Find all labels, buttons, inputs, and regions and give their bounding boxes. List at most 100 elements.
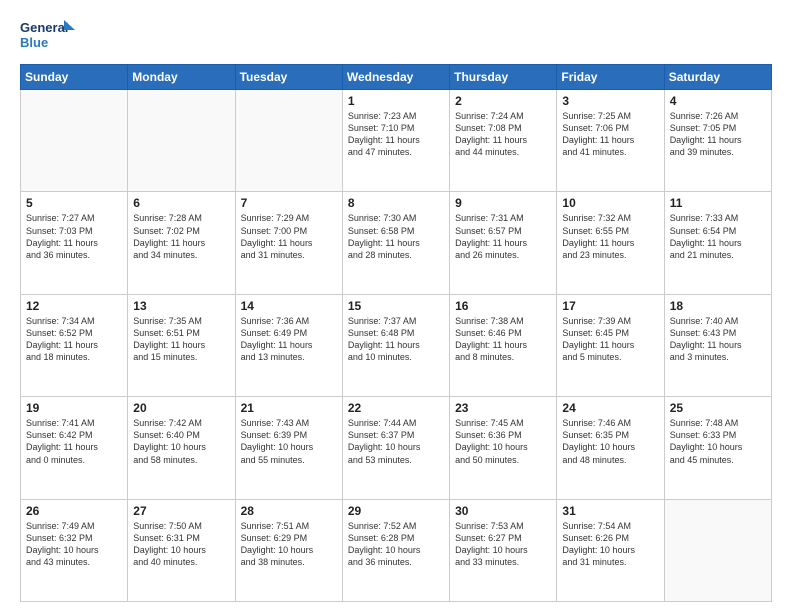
day-info: Sunrise: 7:27 AM Sunset: 7:03 PM Dayligh… [26, 212, 122, 261]
day-info: Sunrise: 7:28 AM Sunset: 7:02 PM Dayligh… [133, 212, 229, 261]
calendar-cell [664, 499, 771, 601]
day-info: Sunrise: 7:48 AM Sunset: 6:33 PM Dayligh… [670, 417, 766, 466]
calendar-table: SundayMondayTuesdayWednesdayThursdayFrid… [20, 64, 772, 602]
day-info: Sunrise: 7:24 AM Sunset: 7:08 PM Dayligh… [455, 110, 551, 159]
day-info: Sunrise: 7:50 AM Sunset: 6:31 PM Dayligh… [133, 520, 229, 569]
calendar-cell: 23 Sunrise: 7:45 AM Sunset: 6:36 PM Dayli… [450, 397, 557, 499]
day-number: 21 [241, 401, 337, 415]
day-info: Sunrise: 7:43 AM Sunset: 6:39 PM Dayligh… [241, 417, 337, 466]
day-info: Sunrise: 7:42 AM Sunset: 6:40 PM Dayligh… [133, 417, 229, 466]
logo-svg: GeneralBlue [20, 18, 75, 54]
day-number: 25 [670, 401, 766, 415]
day-info: Sunrise: 7:54 AM Sunset: 6:26 PM Dayligh… [562, 520, 658, 569]
day-info: Sunrise: 7:29 AM Sunset: 7:00 PM Dayligh… [241, 212, 337, 261]
day-number: 14 [241, 299, 337, 313]
day-number: 9 [455, 196, 551, 210]
calendar-cell [21, 90, 128, 192]
day-info: Sunrise: 7:35 AM Sunset: 6:51 PM Dayligh… [133, 315, 229, 364]
day-number: 7 [241, 196, 337, 210]
weekday-header: Friday [557, 65, 664, 90]
calendar-cell [128, 90, 235, 192]
day-info: Sunrise: 7:53 AM Sunset: 6:27 PM Dayligh… [455, 520, 551, 569]
day-number: 3 [562, 94, 658, 108]
calendar-cell: 15 Sunrise: 7:37 AM Sunset: 6:48 PM Dayli… [342, 294, 449, 396]
day-number: 15 [348, 299, 444, 313]
day-number: 5 [26, 196, 122, 210]
day-number: 30 [455, 504, 551, 518]
calendar-cell: 11 Sunrise: 7:33 AM Sunset: 6:54 PM Dayli… [664, 192, 771, 294]
day-info: Sunrise: 7:40 AM Sunset: 6:43 PM Dayligh… [670, 315, 766, 364]
day-number: 27 [133, 504, 229, 518]
weekday-header: Saturday [664, 65, 771, 90]
day-info: Sunrise: 7:46 AM Sunset: 6:35 PM Dayligh… [562, 417, 658, 466]
calendar-cell: 12 Sunrise: 7:34 AM Sunset: 6:52 PM Dayli… [21, 294, 128, 396]
calendar-cell: 6 Sunrise: 7:28 AM Sunset: 7:02 PM Daylig… [128, 192, 235, 294]
day-number: 28 [241, 504, 337, 518]
calendar-cell: 7 Sunrise: 7:29 AM Sunset: 7:00 PM Daylig… [235, 192, 342, 294]
day-info: Sunrise: 7:37 AM Sunset: 6:48 PM Dayligh… [348, 315, 444, 364]
day-info: Sunrise: 7:51 AM Sunset: 6:29 PM Dayligh… [241, 520, 337, 569]
calendar-cell: 31 Sunrise: 7:54 AM Sunset: 6:26 PM Dayli… [557, 499, 664, 601]
day-number: 31 [562, 504, 658, 518]
calendar-cell: 8 Sunrise: 7:30 AM Sunset: 6:58 PM Daylig… [342, 192, 449, 294]
day-info: Sunrise: 7:39 AM Sunset: 6:45 PM Dayligh… [562, 315, 658, 364]
day-number: 16 [455, 299, 551, 313]
svg-text:Blue: Blue [20, 35, 48, 50]
calendar-cell: 21 Sunrise: 7:43 AM Sunset: 6:39 PM Dayli… [235, 397, 342, 499]
day-number: 22 [348, 401, 444, 415]
day-info: Sunrise: 7:31 AM Sunset: 6:57 PM Dayligh… [455, 212, 551, 261]
calendar-cell: 18 Sunrise: 7:40 AM Sunset: 6:43 PM Dayli… [664, 294, 771, 396]
day-number: 24 [562, 401, 658, 415]
day-number: 4 [670, 94, 766, 108]
day-number: 10 [562, 196, 658, 210]
calendar-cell: 29 Sunrise: 7:52 AM Sunset: 6:28 PM Dayli… [342, 499, 449, 601]
day-info: Sunrise: 7:34 AM Sunset: 6:52 PM Dayligh… [26, 315, 122, 364]
calendar-cell: 5 Sunrise: 7:27 AM Sunset: 7:03 PM Daylig… [21, 192, 128, 294]
calendar-cell: 28 Sunrise: 7:51 AM Sunset: 6:29 PM Dayli… [235, 499, 342, 601]
day-number: 29 [348, 504, 444, 518]
day-info: Sunrise: 7:30 AM Sunset: 6:58 PM Dayligh… [348, 212, 444, 261]
calendar-cell: 14 Sunrise: 7:36 AM Sunset: 6:49 PM Dayli… [235, 294, 342, 396]
calendar-cell: 27 Sunrise: 7:50 AM Sunset: 6:31 PM Dayli… [128, 499, 235, 601]
day-number: 13 [133, 299, 229, 313]
day-number: 1 [348, 94, 444, 108]
day-number: 6 [133, 196, 229, 210]
calendar-cell: 10Sunrise: 7:32 AM Sunset: 6:55 PM Dayli… [557, 192, 664, 294]
calendar-cell: 3 Sunrise: 7:25 AM Sunset: 7:06 PM Daylig… [557, 90, 664, 192]
day-info: Sunrise: 7:45 AM Sunset: 6:36 PM Dayligh… [455, 417, 551, 466]
day-info: Sunrise: 7:26 AM Sunset: 7:05 PM Dayligh… [670, 110, 766, 159]
day-number: 26 [26, 504, 122, 518]
day-number: 19 [26, 401, 122, 415]
weekday-header: Sunday [21, 65, 128, 90]
page: GeneralBlue SundayMondayTuesdayWednesday… [0, 0, 792, 612]
svg-text:General: General [20, 20, 68, 35]
calendar-cell: 1 Sunrise: 7:23 AM Sunset: 7:10 PM Daylig… [342, 90, 449, 192]
day-number: 17 [562, 299, 658, 313]
calendar-cell: 17 Sunrise: 7:39 AM Sunset: 6:45 PM Dayli… [557, 294, 664, 396]
calendar-cell: 4 Sunrise: 7:26 AM Sunset: 7:05 PM Daylig… [664, 90, 771, 192]
day-info: Sunrise: 7:36 AM Sunset: 6:49 PM Dayligh… [241, 315, 337, 364]
day-number: 2 [455, 94, 551, 108]
day-info: Sunrise: 7:52 AM Sunset: 6:28 PM Dayligh… [348, 520, 444, 569]
calendar-cell: 16Sunrise: 7:38 AM Sunset: 6:46 PM Dayli… [450, 294, 557, 396]
day-info: Sunrise: 7:23 AM Sunset: 7:10 PM Dayligh… [348, 110, 444, 159]
calendar-cell: 26Sunrise: 7:49 AM Sunset: 6:32 PM Dayli… [21, 499, 128, 601]
calendar-cell [235, 90, 342, 192]
weekday-header: Thursday [450, 65, 557, 90]
day-info: Sunrise: 7:44 AM Sunset: 6:37 PM Dayligh… [348, 417, 444, 466]
day-info: Sunrise: 7:33 AM Sunset: 6:54 PM Dayligh… [670, 212, 766, 261]
calendar-cell: 22 Sunrise: 7:44 AM Sunset: 6:37 PM Dayli… [342, 397, 449, 499]
calendar-cell: 25 Sunrise: 7:48 AM Sunset: 6:33 PM Dayli… [664, 397, 771, 499]
day-number: 20 [133, 401, 229, 415]
calendar-cell: 24 Sunrise: 7:46 AM Sunset: 6:35 PM Dayli… [557, 397, 664, 499]
day-number: 23 [455, 401, 551, 415]
weekday-header: Wednesday [342, 65, 449, 90]
day-number: 11 [670, 196, 766, 210]
calendar-cell: 2 Sunrise: 7:24 AM Sunset: 7:08 PM Daylig… [450, 90, 557, 192]
day-number: 8 [348, 196, 444, 210]
calendar-cell: 13 Sunrise: 7:35 AM Sunset: 6:51 PM Dayli… [128, 294, 235, 396]
day-info: Sunrise: 7:25 AM Sunset: 7:06 PM Dayligh… [562, 110, 658, 159]
calendar-cell: 30 Sunrise: 7:53 AM Sunset: 6:27 PM Dayli… [450, 499, 557, 601]
day-number: 12 [26, 299, 122, 313]
day-number: 18 [670, 299, 766, 313]
